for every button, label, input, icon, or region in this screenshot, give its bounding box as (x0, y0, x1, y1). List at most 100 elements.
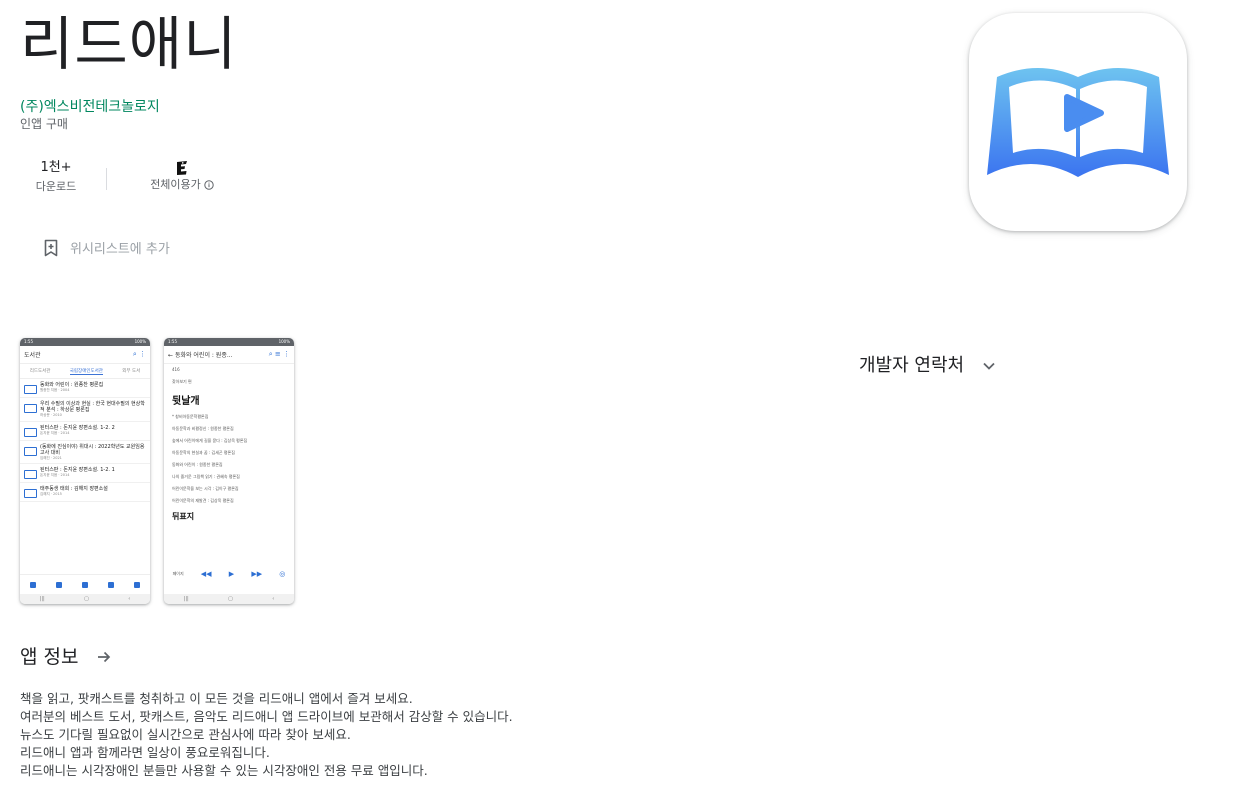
nav-icon (30, 581, 36, 588)
about-app-title: 앱 정보 (20, 646, 79, 668)
reader-line: 동화와 어린이 : 원종찬 평론집 (172, 462, 223, 467)
list-item-sub: 돈지윤 지음 · 2014 (40, 473, 70, 477)
description-line: 책을 읽고, 팟캐스트를 청취하고 이 모든 것을 리드애니 앱에서 즐겨 보세… (20, 691, 413, 706)
back-icon: ‹ (128, 596, 131, 602)
reader-line: 어린이문학의 재발견 : 김상욱 평론집 (172, 498, 234, 503)
wishlist-button[interactable]: 위시리스트에 추가 (42, 238, 170, 257)
book-icon (24, 470, 37, 479)
play-icon: ▶ (228, 570, 235, 578)
downloads-value: 1천+ (40, 160, 72, 175)
screenshot-reader[interactable]: 1:55 100% ← 동화와 어린이 : 원종... ⌕ ≡ ⋮ 416 찾아… (164, 338, 294, 604)
description-line: 리드애니는 시각장애인 분들만 사용할 수 있는 시각장애인 전용 무료 앱입니… (20, 763, 428, 778)
description-line: 여러분의 베스트 도서, 팟캐스트, 음악도 리드애니 앱 드라이브에 보관해서… (20, 709, 513, 724)
reader-line: * 창비아동문학평론집 (172, 414, 209, 419)
phone-system-nav: ||| ▢ ‹ (20, 594, 150, 604)
nav-icon (56, 581, 62, 588)
reader-line: 어린이문학을 보는 시각 : 김이구 평론집 (172, 486, 239, 491)
home-icon: ▢ (84, 596, 89, 602)
book-play-icon (987, 68, 1169, 177)
list-item: 된터스판 : 돈지윤 장편소설. 1-2. 1 돈지윤 지음 · 2014 (20, 464, 150, 483)
search-icon: ⌕ ≡ ⋮ (268, 350, 290, 358)
downloads-label: 다운로드 (35, 180, 77, 193)
status-time: 1:55 (168, 339, 177, 344)
status-battery: 100% (134, 339, 146, 344)
list-item-sub: 하상문 · 2010 (40, 413, 62, 417)
book-icon (24, 446, 37, 456)
phone-system-nav: ||| ▢ ‹ (164, 594, 294, 604)
reader-chapter-title: 뒷날개 (172, 396, 200, 407)
search-icon: ⌕ ⋮ (132, 350, 146, 358)
app-description: 책을 읽고, 팟캐스트를 청취하고 이 모든 것을 리드애니 앱에서 즐겨 보세… (20, 690, 720, 780)
list-item: 우리 수필의 이상과 현실 : 한국 현대수필의 현상학적 분석 : 하상문 평… (20, 398, 150, 422)
player-controls: 페이지 ◀◀ ▶ ▶▶ ◎ (164, 566, 294, 582)
content-rating-label: 전체이용가 (150, 177, 214, 193)
reader-title: 동화와 어린이 : 원종... (174, 352, 233, 359)
list-item: 된터스판 : 돈지윤 장편소설. 1-2. 2 돈지윤 지음 · 2014 (20, 422, 150, 441)
developer-link[interactable]: (주)엑스비전테크놀로지 (20, 97, 160, 117)
book-icon (24, 404, 37, 413)
reader-line: 아동문학의 현실과 꿈 : 김세곤 평론집 (172, 450, 235, 455)
phone-status-bar: 1:55 100% (164, 338, 294, 346)
wishlist-label: 위시리스트에 추가 (70, 242, 170, 257)
list-item-sub: 임해진 · 2021 (40, 455, 62, 460)
in-app-purchase-note: 인앱 구매 (20, 117, 68, 131)
timer-icon: ◎ (279, 570, 286, 578)
phone-tab: 리드도서관 (29, 369, 51, 374)
phone-app-bar-title: ← 동화와 어린이 : 원종... (168, 352, 233, 359)
app-icon (969, 13, 1187, 231)
list-item: 태주동생 태희 : 김해지 장편소설 김해지 · 2015 (20, 483, 150, 502)
speed-label: 페이지 (172, 571, 184, 576)
list-item-title: 된터스판 : 돈지윤 장편소설. 1-2. 2 (40, 424, 115, 431)
list-item-title: 우리 수필의 이상과 현실 : 한국 현대수필의 현상학적 분석 : 하상문 평… (40, 401, 145, 413)
reader-line: 숲에서 어린이에게 길을 묻다 : 김상욱 평론집 (172, 438, 248, 443)
rating-label-text: 전체이용가 (150, 178, 201, 191)
nav-icon (134, 581, 140, 588)
list-item-sub: 원종찬 지음 · 2004 (40, 388, 70, 392)
rewind-icon: ◀◀ (200, 570, 212, 578)
phone-status-bar: 1:55 100% (20, 338, 150, 346)
description-line: 리드애니 앱과 함께라면 일상이 풍요로워집니다. (20, 745, 270, 760)
recents-icon: ||| (39, 596, 45, 602)
nav-icon (82, 581, 88, 588)
downloads-stat: 1천+ 다운로드 (20, 158, 92, 202)
screenshot-library[interactable]: 1:55 100% 도서관 ⌕ ⋮ 리드도서관 국립장애인도서관 외부 도서 동… (20, 338, 150, 604)
info-icon[interactable] (204, 180, 214, 190)
chevron-down-icon (983, 362, 995, 370)
home-icon: ▢ (228, 596, 233, 602)
phone-app-bar-title: 도서관 (24, 352, 41, 359)
about-app-header[interactable]: 앱 정보 (20, 645, 112, 669)
phone-bottom-nav (20, 574, 150, 594)
description-line: 뉴스도 기다릴 필요없이 실시간으로 관심사에 따라 찾아 보세요. (20, 727, 351, 742)
reader-line: 아동문학과 비평정신 : 원종찬 평론집 (172, 426, 234, 431)
phone-tabs: 리드도서관 국립장애인도서관 외부 도서 (20, 364, 150, 379)
reader-subheading: 찾아보기 편 (172, 379, 192, 384)
status-time: 1:55 (24, 339, 33, 344)
list-item: (동화에 진심이야) 위대시 : 2022학년도 교원임용고사 대비 임해진 · … (20, 441, 150, 464)
phone-app-bar: 도서관 ⌕ ⋮ (20, 346, 150, 364)
bookmark-add-icon (44, 239, 58, 256)
status-battery: 100% (278, 339, 290, 344)
list-item-sub: 돈지윤 지음 · 2014 (40, 430, 70, 435)
app-stats: 1천+ 다운로드 전체이용가 (20, 158, 237, 202)
list-item-sub: 김해지 · 2015 (40, 492, 62, 496)
book-icon (24, 385, 37, 394)
reader-line: 나의 즐거운 그림책 읽기 : 권혜숙 평론집 (172, 474, 240, 479)
developer-contact-label: 개발자 연락처 (859, 355, 965, 376)
reader-back-cover-title: 뒤표지 (172, 512, 195, 521)
app-title: 리드애니 (20, 10, 238, 78)
book-icon (24, 489, 37, 498)
recents-icon: ||| (183, 596, 189, 602)
rating-e-icon (177, 161, 187, 175)
stat-divider (106, 168, 107, 190)
forward-icon: ▶▶ (251, 570, 263, 578)
content-rating-stat[interactable]: 전체이용가 (127, 158, 237, 202)
phone-tab-active: 국립장애인도서관 (69, 369, 103, 375)
developer-contact-toggle[interactable]: 개발자 연락처 (859, 354, 996, 378)
back-icon: ‹ (272, 596, 275, 602)
list-item: 동화와 어린이 : 원종찬 평론집 원종찬 지음 · 2004 (20, 379, 150, 398)
screenshot-gallery[interactable]: 1:55 100% 도서관 ⌕ ⋮ 리드도서관 국립장애인도서관 외부 도서 동… (20, 338, 294, 604)
nav-icon (108, 581, 114, 588)
arrow-right-icon[interactable] (96, 649, 112, 665)
book-icon (24, 427, 37, 437)
phone-app-bar: ← 동화와 어린이 : 원종... ⌕ ≡ ⋮ (164, 346, 294, 364)
